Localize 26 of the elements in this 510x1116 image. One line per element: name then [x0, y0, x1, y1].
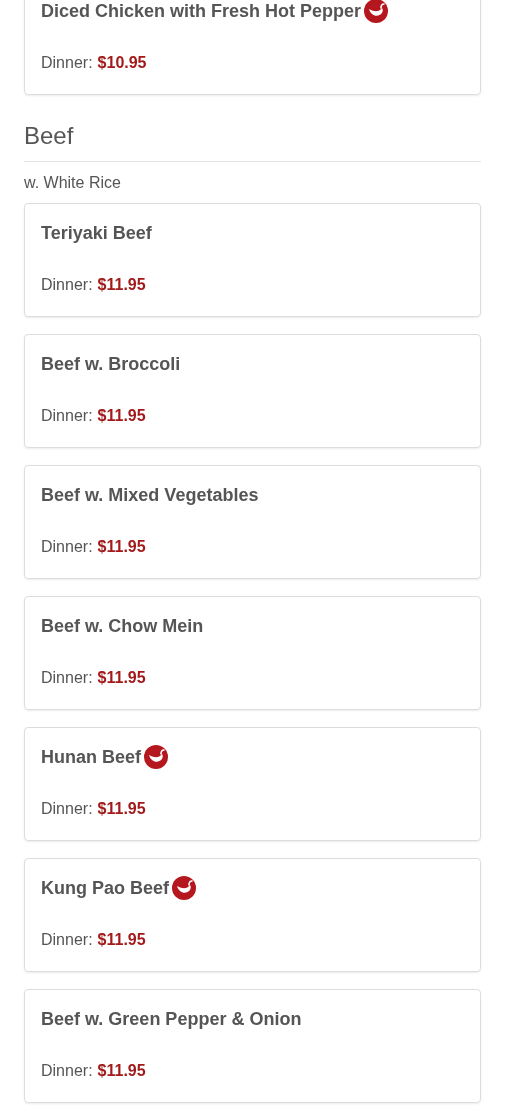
- item-name: Beef w. Chow Mein: [41, 615, 204, 638]
- price: $11.95: [97, 930, 146, 950]
- section-heading: Beef: [24, 120, 481, 162]
- item-name: Beef w. Green Pepper & Onion: [41, 1008, 302, 1031]
- item-name: Kung Pao Beef: [41, 877, 169, 900]
- price: $11.95: [97, 1061, 146, 1081]
- price: $11.95: [97, 275, 146, 295]
- price: $11.95: [97, 799, 146, 819]
- price-label: Dinner:: [41, 1061, 93, 1081]
- price-label: Dinner:: [41, 668, 93, 688]
- section-subtitle: w. White Rice: [24, 173, 121, 193]
- item-name: Teriyaki Beef: [41, 222, 152, 245]
- item-name: Beef w. Broccoli: [41, 353, 181, 376]
- price-label: Dinner:: [41, 275, 93, 295]
- item-name: Beef w. Mixed Vegetables: [41, 484, 259, 507]
- price-label: Dinner:: [41, 537, 93, 557]
- price: $10.95: [97, 53, 147, 73]
- price-label: Dinner:: [41, 930, 93, 950]
- price-label: Dinner:: [41, 799, 93, 819]
- price-label: Dinner:: [41, 53, 93, 73]
- price: $11.95: [97, 406, 146, 426]
- price-label: Dinner:: [41, 406, 93, 426]
- price: $11.95: [97, 668, 146, 688]
- item-name: Diced Chicken with Fresh Hot Pepper: [41, 0, 362, 23]
- item-name: Hunan Beef: [41, 746, 141, 769]
- price: $11.95: [97, 537, 146, 557]
